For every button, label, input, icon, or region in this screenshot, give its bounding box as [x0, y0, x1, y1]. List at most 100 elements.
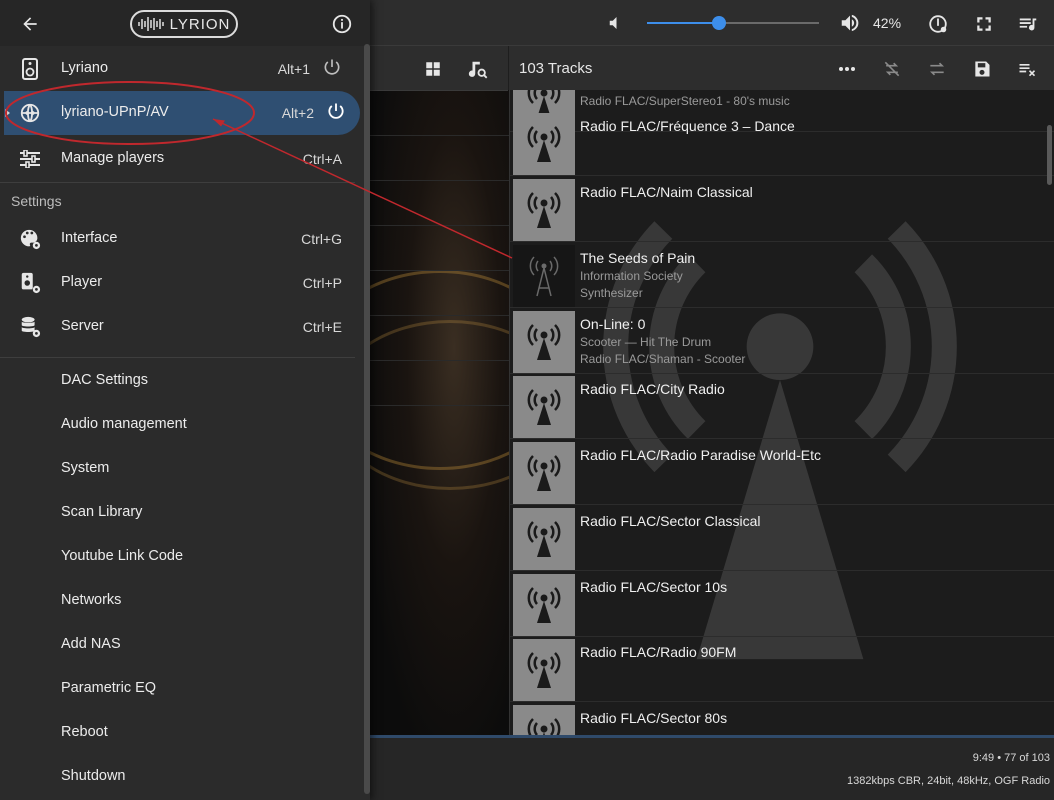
settings-server[interactable]: Server Ctrl+E: [0, 305, 356, 349]
queue-item-subtitle: Radio FLAC/SuperStereo1 - 80's music: [580, 94, 790, 108]
settings-player[interactable]: Player Ctrl+P: [0, 261, 356, 305]
grid-view-icon[interactable]: [422, 58, 444, 80]
extra-item-shutdown[interactable]: Shutdown: [0, 755, 356, 799]
settings-interface[interactable]: Interface Ctrl+G: [0, 217, 356, 261]
extra-item-label: Youtube Link Code: [61, 548, 184, 564]
queue-scrollbar[interactable]: [1047, 125, 1052, 185]
back-arrow-icon[interactable]: [18, 12, 42, 36]
queue-item[interactable]: Radio FLAC/Radio 90FM: [510, 637, 1054, 702]
player-shortcut: Alt+1: [277, 61, 310, 77]
power-icon[interactable]: [326, 101, 346, 126]
radio-thumbnail: [513, 705, 575, 735]
queue-item-title: Radio FLAC/Sector Classical: [580, 513, 761, 529]
waveform-icon: [137, 17, 164, 31]
queue-item-album: Radio FLAC/Shaman - Scooter: [580, 352, 746, 366]
queue-item-title: On-Line: 0: [580, 316, 646, 332]
more-icon[interactable]: [835, 57, 859, 81]
queue-item-title: Radio FLAC/Radio 90FM: [580, 644, 737, 660]
stream-format: 1382kbps CBR, 24bit, 48kHz, OGF Radio: [847, 775, 1050, 787]
queue-item-album: Synthesizer: [580, 286, 643, 300]
queue-item[interactable]: Radio FLAC/Sector 10s: [510, 572, 1054, 637]
radio-thumbnail: [513, 508, 575, 570]
music-search-icon[interactable]: [466, 58, 490, 82]
volume-slider[interactable]: [647, 16, 819, 30]
sleep-timer-icon[interactable]: [926, 12, 950, 36]
player-item-lyriano-upnp[interactable]: lyriano-UPnP/AV Alt+2: [4, 91, 360, 135]
extra-item-audio-management[interactable]: Audio management: [0, 403, 356, 447]
extra-item-label: Shutdown: [61, 768, 126, 784]
browse-toolbar: [370, 46, 508, 91]
volume-down-icon[interactable]: [604, 12, 626, 34]
logo-text: LYRION: [169, 15, 231, 33]
queue-item[interactable]: Radio FLAC/Sector 80s: [510, 703, 1054, 735]
queue-item-title: Radio FLAC/Fréquence 3 – Dance: [580, 118, 795, 134]
extra-item-label: Parametric EQ: [61, 680, 157, 696]
player-name: Lyriano: [61, 60, 109, 76]
volume-up-icon[interactable]: [838, 11, 862, 35]
database-gear-icon: [18, 315, 42, 339]
background-artwork: [370, 90, 510, 735]
extra-item-label: Add NAS: [61, 636, 121, 652]
clear-queue-icon[interactable]: [1015, 57, 1039, 81]
queue-item[interactable]: Radio FLAC/Fréquence 3 – Dance: [510, 111, 1054, 176]
extra-item-parametric-eq[interactable]: Parametric EQ: [0, 667, 356, 711]
drawer-header: LYRION: [0, 0, 370, 46]
manage-players-shortcut: Ctrl+A: [302, 151, 342, 167]
queue-item[interactable]: On-Line: 0 Scooter — Hit The Drum Radio …: [510, 309, 1054, 374]
queue-item[interactable]: Radio FLAC/City Radio: [510, 374, 1054, 439]
lyrion-logo: LYRION: [130, 10, 238, 38]
repeat-off-icon[interactable]: [880, 57, 904, 81]
radio-thumbnail: [513, 311, 575, 373]
queue-toolbar: 103 Tracks: [509, 46, 1054, 91]
queue-item-artist: Scooter — Hit The Drum: [580, 335, 712, 349]
queue-item[interactable]: Radio FLAC/Radio Paradise World-Etc: [510, 440, 1054, 505]
extra-item-reboot[interactable]: Reboot: [0, 711, 356, 755]
extra-item-label: System: [61, 460, 110, 476]
drawer-scrollbar[interactable]: [364, 44, 370, 794]
extra-item-label: Scan Library: [61, 504, 143, 520]
queue-item-title: The Seeds of Pain: [580, 250, 696, 266]
extra-item-label: DAC Settings: [61, 372, 149, 388]
settings-item-label: Server: [61, 318, 104, 334]
extra-item-youtube-link-code[interactable]: Youtube Link Code: [0, 535, 356, 579]
extra-item-add-nas[interactable]: Add NAS: [0, 623, 356, 667]
volume-percent: 42%: [873, 15, 902, 31]
divider: [0, 357, 355, 358]
radio-thumbnail: [513, 639, 575, 701]
speaker-icon: [18, 57, 42, 81]
settings-item-shortcut: Ctrl+P: [302, 275, 342, 291]
extra-item-dac-settings[interactable]: DAC Settings: [0, 359, 356, 403]
queue-item-artist: Information Society: [580, 269, 683, 283]
fullscreen-icon[interactable]: [972, 12, 996, 36]
manage-players-label: Manage players: [61, 150, 165, 166]
divider: [0, 182, 355, 183]
play-queue: Radio FLAC/SuperStereo1 - 80's music Rad…: [509, 90, 1054, 735]
settings-item-shortcut: Ctrl+G: [301, 231, 342, 247]
settings-item-label: Player: [61, 274, 103, 290]
queue-item-title: Radio FLAC/Naim Classical: [580, 184, 753, 200]
info-icon[interactable]: [330, 12, 354, 36]
shuffle-icon[interactable]: [925, 57, 949, 81]
player-item-lyriano[interactable]: Lyriano Alt+1: [0, 47, 356, 91]
player-shortcut: Alt+2: [281, 105, 314, 121]
queue-item[interactable]: Radio FLAC/Naim Classical: [510, 177, 1054, 242]
queue-item-title: Radio FLAC/City Radio: [580, 381, 725, 397]
palette-gear-icon: [18, 227, 42, 251]
power-icon[interactable]: [322, 57, 342, 82]
speaker-gear-icon: [18, 271, 42, 295]
queue-item-current[interactable]: The Seeds of Pain Information Society Sy…: [510, 243, 1054, 308]
extra-item-system[interactable]: System: [0, 447, 356, 491]
queue-list-icon[interactable]: [1016, 12, 1040, 36]
radio-thumbnail: [513, 574, 575, 636]
queue-item[interactable]: Radio FLAC/Sector Classical: [510, 506, 1054, 571]
now-playing-bar[interactable]: 9:49 • 77 of 103 1382kbps CBR, 24bit, 48…: [370, 735, 1054, 800]
save-icon[interactable]: [970, 57, 994, 81]
radio-thumbnail: [513, 179, 575, 241]
extra-item-scan-library[interactable]: Scan Library: [0, 491, 356, 535]
manage-players[interactable]: Manage players Ctrl+A: [0, 137, 356, 181]
selection-marker-icon: [5, 109, 10, 117]
player-name: lyriano-UPnP/AV: [61, 104, 169, 120]
extra-item-networks[interactable]: Networks: [0, 579, 356, 623]
queue-item-title: Radio FLAC/Sector 80s: [580, 710, 728, 726]
queue-item-title: Radio FLAC/Radio Paradise World-Etc: [580, 447, 821, 463]
